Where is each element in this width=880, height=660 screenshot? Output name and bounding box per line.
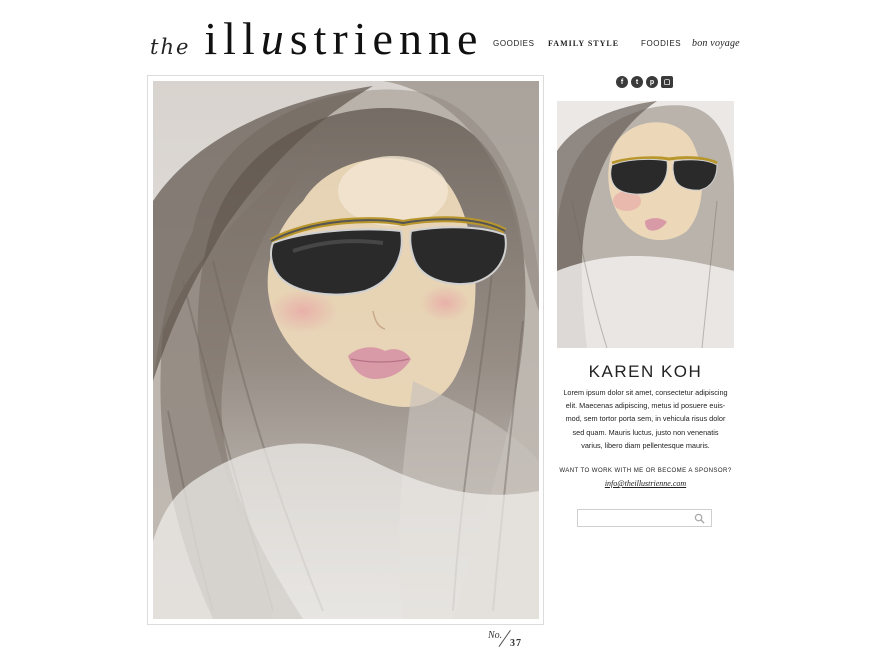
- logo-name-part1: ill: [204, 13, 261, 64]
- pinterest-icon[interactable]: p: [646, 76, 658, 88]
- site-logo[interactable]: the illustrienne: [150, 14, 483, 64]
- logo-name-part3: strienne: [289, 13, 484, 64]
- author-illustration: [557, 101, 734, 348]
- issue-number: 37: [510, 638, 522, 649]
- author-bio: Lorem ipsum dolor sit amet, consectetur …: [563, 388, 728, 450]
- sponsor-cta: WANT TO WORK WITH ME OR BECOME A SPONSOR…: [559, 467, 732, 474]
- instagram-icon[interactable]: ▢: [661, 76, 673, 88]
- social-icons: f t p ▢: [616, 76, 673, 88]
- twitter-icon[interactable]: t: [631, 76, 643, 88]
- search-box: [577, 509, 712, 527]
- issue-label: No.: [488, 630, 503, 641]
- post-image-frame: [147, 75, 544, 625]
- contact-email-link[interactable]: info@theillustrienne.com: [557, 479, 734, 488]
- illustration-woman-sunglasses: [153, 81, 539, 619]
- author-name: KAREN KOH: [588, 362, 703, 381]
- nav-goodies[interactable]: GOODIES: [493, 39, 535, 48]
- author-portrait: [557, 101, 734, 348]
- logo-prefix: the: [150, 35, 191, 59]
- nav-foodies[interactable]: FOODIES: [641, 39, 681, 48]
- nav-bon-voyage[interactable]: bon voyage: [692, 38, 740, 49]
- nav-family-style[interactable]: FAMILY STYLE: [548, 39, 619, 48]
- search-icon[interactable]: [694, 513, 705, 524]
- logo-name: illustrienne: [204, 14, 483, 64]
- facebook-icon[interactable]: f: [616, 76, 628, 88]
- search-input[interactable]: [581, 512, 691, 524]
- post-illustration[interactable]: [153, 81, 539, 619]
- logo-name-part2: u: [260, 13, 290, 64]
